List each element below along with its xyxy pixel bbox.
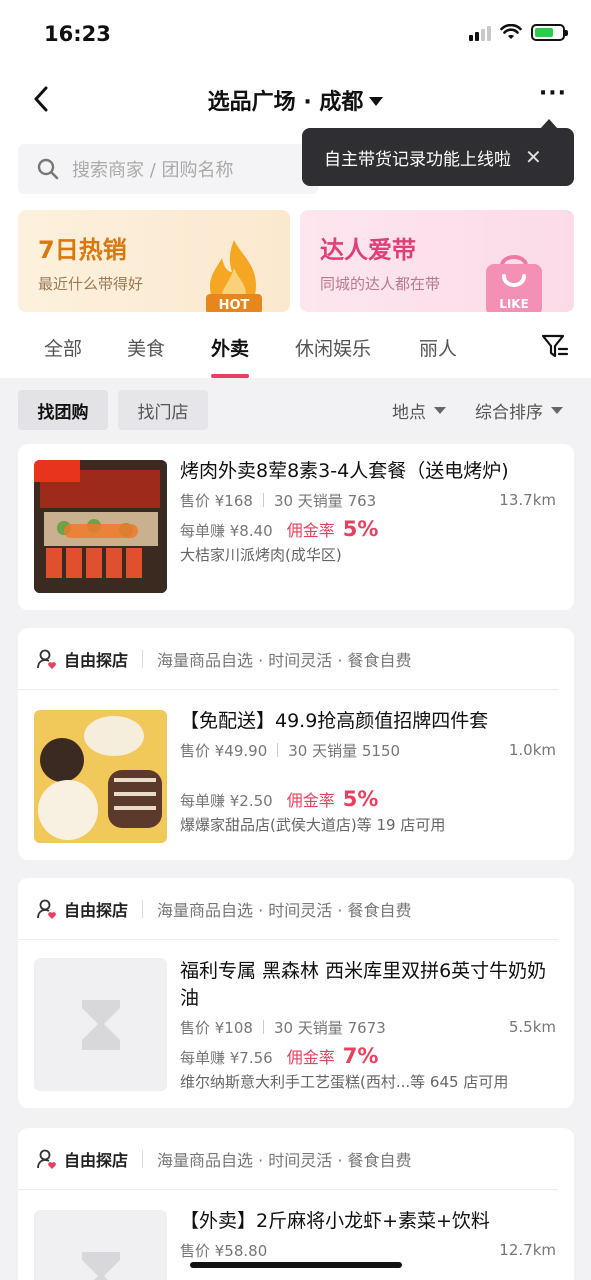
tab-beauty[interactable]: 丽人 (419, 326, 457, 378)
product-price: 售价 ¥168 (180, 491, 253, 510)
product-sales: 30 天销量 763 (273, 491, 377, 510)
product-distance: 1.0km (508, 741, 556, 759)
tab-food[interactable]: 美食 (127, 326, 165, 378)
flame-hot-icon: HOT (206, 240, 262, 312)
chip-find-store[interactable]: 找门店 (118, 390, 208, 430)
product-image (34, 710, 167, 843)
person-heart-icon (37, 649, 56, 669)
product-commission: 每单赚 ¥2.50 佣金率 5% (180, 787, 556, 811)
product-price: 售价 ¥108 (180, 1018, 253, 1037)
section-title: 自由探店 (64, 1150, 129, 1170)
commission-rate: 5% (342, 787, 379, 811)
product-commission: 每单赚 ¥8.40 佣金率 5% (180, 517, 556, 541)
caret-down-icon (434, 407, 446, 414)
product-title: 【免配送】49.9抢高颜值招牌四件套 (180, 710, 489, 732)
product-info: 烤肉外卖8荤8素3-4人套餐（送电烤炉) 售价 ¥168 30 天销量 763 … (180, 458, 556, 565)
banner-hot-sales[interactable]: 7日热销 最近什么带得好 HOT (18, 210, 290, 312)
card-header: 自由探店 海量商品自选 · 时间灵活 · 餐食自费 (18, 628, 558, 690)
earn-per-order: 每单赚 ¥8.40 (180, 522, 273, 540)
category-tabs: 全部 美食 外卖 休闲娱乐 丽人 (0, 326, 591, 378)
battery-icon (531, 24, 568, 41)
product-price: 售价 ¥49.90 (180, 741, 268, 760)
product-card[interactable]: 自由探店 海量商品自选 · 时间灵活 · 餐食自费 【免配送】49.9抢高颜值招… (18, 628, 574, 860)
product-meta: 售价 ¥168 30 天销量 763 13.7km (180, 489, 556, 511)
section-title: 自由探店 (64, 900, 129, 920)
product-card[interactable]: 自由探店 海量商品自选 · 时间灵活 · 餐食自费 福利专属 黑森林 西米库里双… (18, 878, 574, 1108)
search-icon (37, 158, 59, 180)
earn-per-order: 每单赚 ¥2.50 (180, 792, 273, 810)
wifi-icon (500, 24, 522, 39)
page-title[interactable]: 选品广场 · 成都 (0, 84, 591, 116)
tab-leisure[interactable]: 休闲娱乐 (295, 326, 371, 378)
product-info: 【免配送】49.9抢高颜值招牌四件套 售价 ¥49.90 30 天销量 5150… (180, 708, 556, 835)
section-desc: 海量商品自选 · 时间灵活 · 餐食自费 (157, 900, 412, 920)
hourglass-icon (82, 1252, 120, 1280)
filter-bar: 找团购 找门店 地点 综合排序 (0, 378, 591, 440)
product-image-placeholder (34, 1210, 167, 1280)
shop-name: 大桔家川派烤肉(成华区) (180, 546, 342, 564)
status-icons (469, 24, 568, 41)
product-info: 【外卖】2斤麻将小龙虾+素菜+饮料 售价 ¥58.80 12.7km (180, 1208, 556, 1261)
product-card[interactable]: 自由探店 海量商品自选 · 时间灵活 · 餐食自费 【外卖】2斤麻将小龙虾+素菜… (18, 1128, 574, 1280)
search-placeholder: 搜索商家 / 团购名称 (72, 160, 234, 181)
sort-overall[interactable]: 综合排序 (475, 398, 563, 423)
commission-label: 佣金率 (286, 1048, 335, 1067)
card-header: 自由探店 海量商品自选 · 时间灵活 · 餐食自费 (18, 1128, 558, 1190)
product-distance: 13.7km (499, 491, 556, 509)
sort-location[interactable]: 地点 (392, 398, 446, 423)
person-heart-icon (37, 899, 56, 919)
commission-label: 佣金率 (286, 791, 335, 810)
earn-per-order: 每单赚 ¥7.56 (180, 1049, 273, 1067)
product-distance: 12.7km (499, 1241, 556, 1259)
section-title: 自由探店 (64, 650, 129, 670)
more-button[interactable]: ··· (539, 83, 567, 105)
product-meta: 售价 ¥58.80 12.7km (180, 1239, 556, 1261)
section-desc: 海量商品自选 · 时间灵活 · 餐食自费 (157, 1150, 412, 1170)
tab-all[interactable]: 全部 (44, 326, 82, 378)
filter-icon[interactable] (541, 333, 569, 359)
hourglass-icon (82, 1000, 120, 1050)
shopping-bag-like-icon: LIKE (486, 255, 542, 312)
banner-creator-favorites[interactable]: 达人爱带 同城的达人都在带 LIKE (300, 210, 574, 312)
signal-icon (469, 25, 491, 41)
tab-takeout[interactable]: 外卖 (211, 326, 249, 378)
card-header: 自由探店 海量商品自选 · 时间灵活 · 餐食自费 (18, 878, 558, 940)
product-title: 福利专属 黑森林 西米库里双拼6英寸牛奶奶油 (180, 960, 547, 1009)
product-card[interactable]: 烤肉外卖8荤8素3-4人套餐（送电烤炉) 售价 ¥168 30 天销量 763 … (18, 444, 574, 610)
product-image (34, 460, 167, 593)
hot-badge-text: HOT (219, 298, 250, 312)
product-title: 【外卖】2斤麻将小龙虾+素菜+饮料 (180, 1210, 490, 1232)
section-desc: 海量商品自选 · 时间灵活 · 餐食自费 (157, 650, 412, 670)
search-input[interactable]: 搜索商家 / 团购名称 (18, 144, 318, 194)
commission-label: 佣金率 (286, 521, 335, 540)
chip-find-groupbuy[interactable]: 找团购 (18, 390, 108, 430)
shop-name: 维尔纳斯意大利手工艺蛋糕(西村...等 645 店可用 (180, 1073, 509, 1091)
person-heart-icon (37, 1149, 56, 1169)
shop-name: 爆爆家甜品店(武侯大道店)等 19 店可用 (180, 816, 446, 834)
close-icon[interactable]: ✕ (525, 145, 542, 169)
product-sales: 30 天销量 5150 (288, 741, 401, 760)
feature-tooltip: 自主带货记录功能上线啦 ✕ (302, 119, 574, 186)
page-title-text: 选品广场 · 成都 (207, 90, 364, 115)
product-title: 烤肉外卖8荤8素3-4人套餐（送电烤炉) (180, 460, 509, 482)
status-time: 16:23 (44, 22, 111, 46)
caret-down-icon (551, 407, 563, 414)
caret-down-icon (369, 96, 384, 106)
product-commission: 每单赚 ¥7.56 佣金率 7% (180, 1044, 556, 1068)
commission-rate: 5% (342, 517, 379, 541)
home-indicator[interactable] (190, 1262, 402, 1268)
product-info: 福利专属 黑森林 西米库里双拼6英寸牛奶奶油 售价 ¥108 30 天销量 76… (180, 958, 556, 1092)
sort-overall-label: 综合排序 (475, 403, 543, 423)
sort-location-label: 地点 (392, 403, 426, 423)
commission-rate: 7% (342, 1044, 379, 1068)
product-price: 售价 ¥58.80 (180, 1241, 268, 1260)
like-badge-text: LIKE (499, 297, 529, 311)
product-meta: 售价 ¥49.90 30 天销量 5150 1.0km (180, 739, 556, 761)
product-meta: 售价 ¥108 30 天销量 7673 5.5km (180, 1016, 556, 1038)
tooltip-text: 自主带货记录功能上线啦 (324, 149, 511, 170)
product-sales: 30 天销量 7673 (273, 1018, 386, 1037)
product-distance: 5.5km (508, 1018, 556, 1036)
product-image-placeholder (34, 958, 167, 1091)
